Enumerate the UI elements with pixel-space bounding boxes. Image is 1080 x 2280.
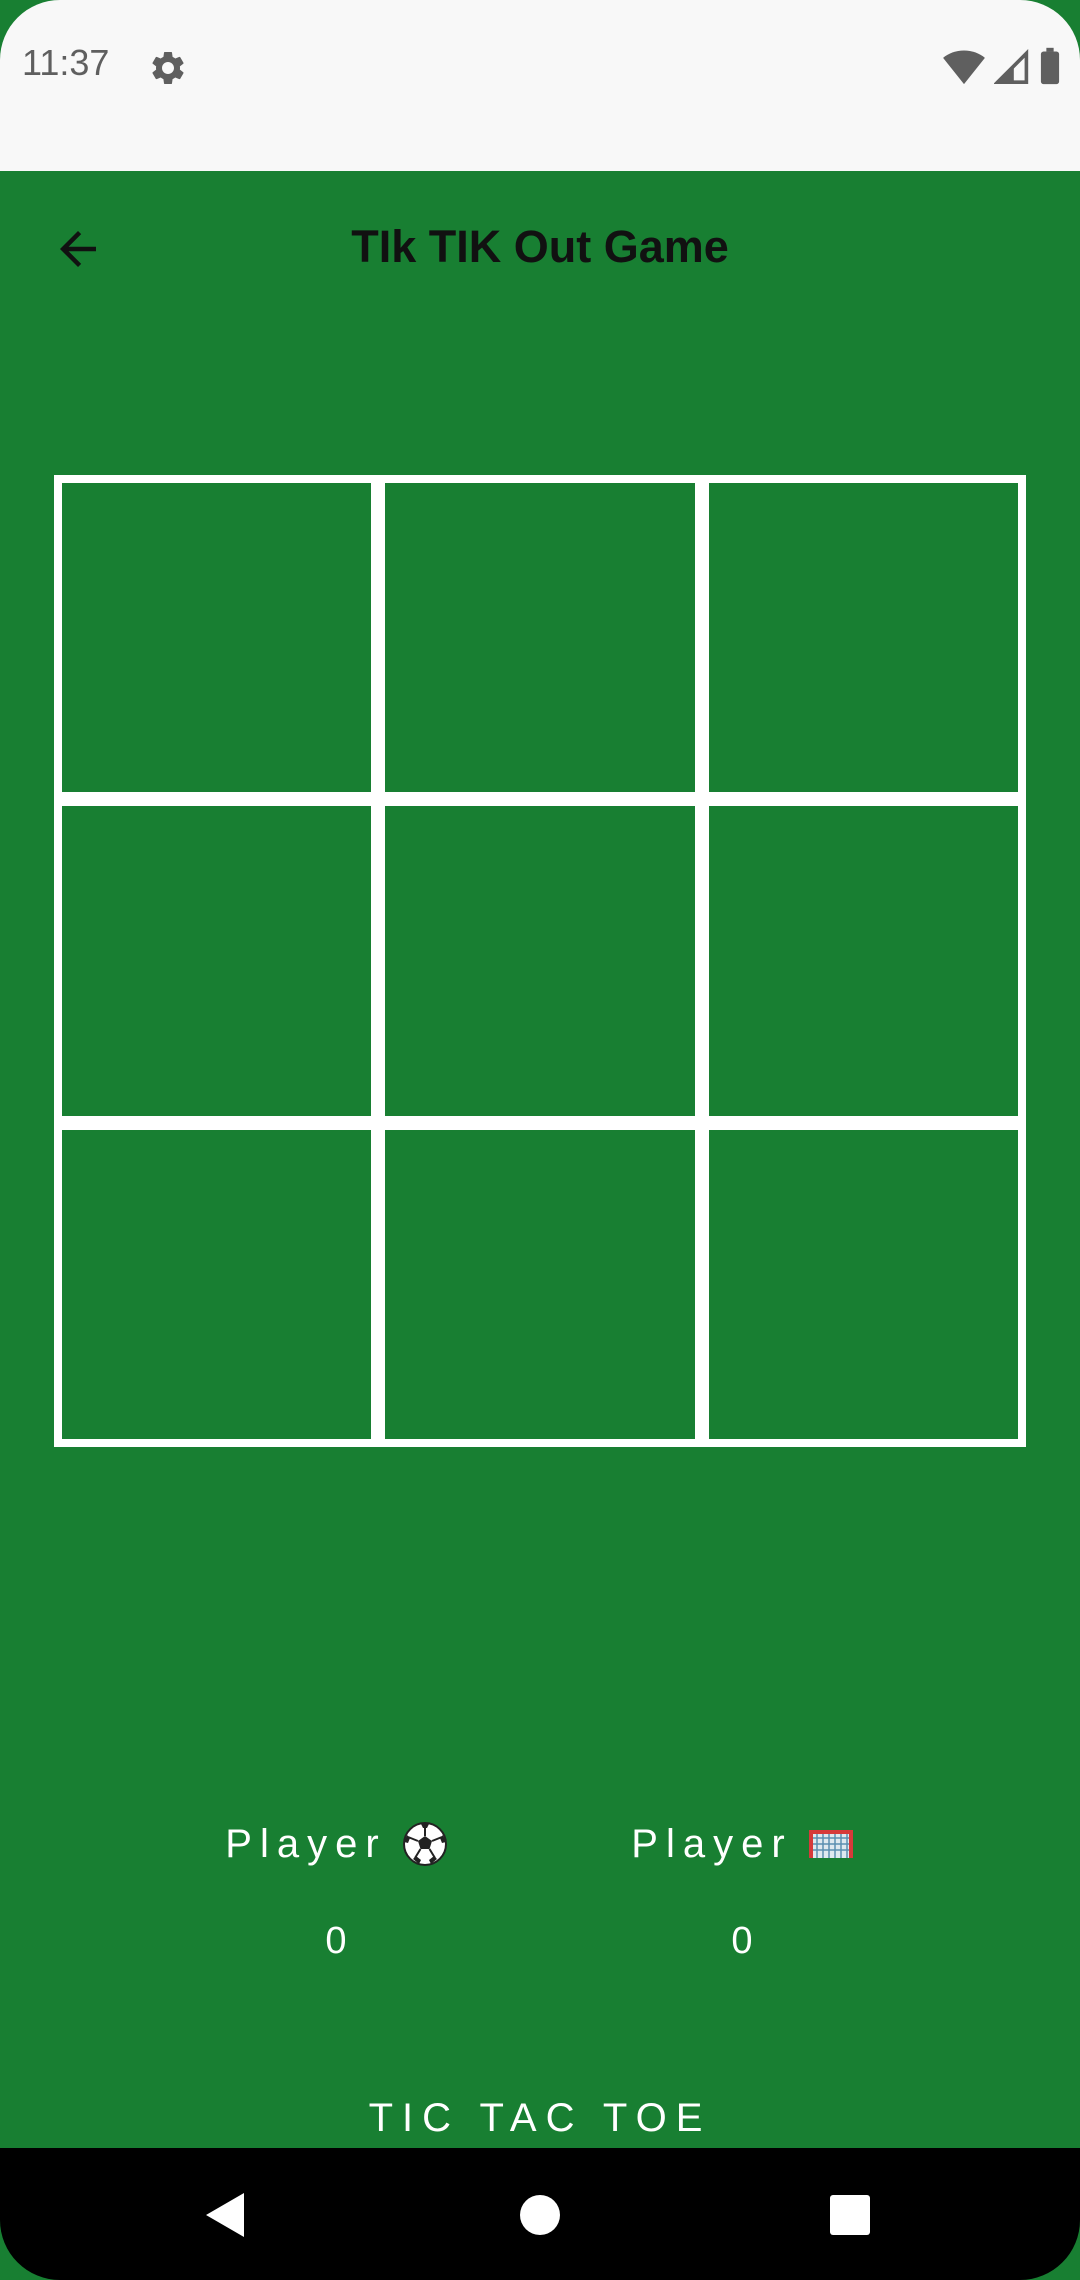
board-cell-5[interactable] xyxy=(385,806,695,1116)
board-cell-8[interactable] xyxy=(385,1129,695,1439)
nav-back-button[interactable] xyxy=(190,2180,260,2250)
wifi-icon xyxy=(942,46,986,91)
soccer-ball-icon xyxy=(401,1820,449,1868)
app-bar: TIk TIK Out Game xyxy=(0,171,1080,326)
status-bar: 11:37 xyxy=(0,0,1080,171)
nav-recents-button[interactable] xyxy=(815,2180,885,2250)
board-cell-1[interactable] xyxy=(62,483,372,793)
status-right-icons xyxy=(942,46,1062,91)
recents-square-icon xyxy=(830,2195,870,2235)
back-triangle-icon xyxy=(206,2193,244,2237)
navigation-bar xyxy=(0,2148,1080,2280)
game-board xyxy=(54,475,1026,1447)
settings-icon xyxy=(148,48,188,88)
player-two-label: Player xyxy=(631,1821,793,1866)
board-cell-7[interactable] xyxy=(62,1129,372,1439)
footer-title: TIC TAC TOE xyxy=(368,2096,712,2140)
page-title: TIk TIK Out Game xyxy=(351,221,729,272)
player-two-panel: Player 0 xyxy=(573,1814,913,1963)
player-one-label: Player xyxy=(225,1821,387,1866)
player-two-score: 0 xyxy=(731,1920,755,1962)
status-time: 11:37 xyxy=(22,42,110,83)
board-cell-3[interactable] xyxy=(708,483,1018,793)
signal-icon xyxy=(993,46,1030,91)
screen: 11:37 TIk TIK Out Game Player 0 Player 0… xyxy=(0,0,1080,2280)
board-cell-9[interactable] xyxy=(708,1129,1018,1439)
home-circle-icon xyxy=(520,2195,560,2235)
player-one-score: 0 xyxy=(325,1920,349,1962)
nav-home-button[interactable] xyxy=(505,2180,575,2250)
battery-icon xyxy=(1038,46,1062,91)
board-cell-2[interactable] xyxy=(385,483,695,793)
player-one-panel: Player 0 xyxy=(167,1814,507,1963)
board-cell-6[interactable] xyxy=(708,806,1018,1116)
goal-net-icon xyxy=(807,1820,855,1868)
board-cell-4[interactable] xyxy=(62,806,372,1116)
